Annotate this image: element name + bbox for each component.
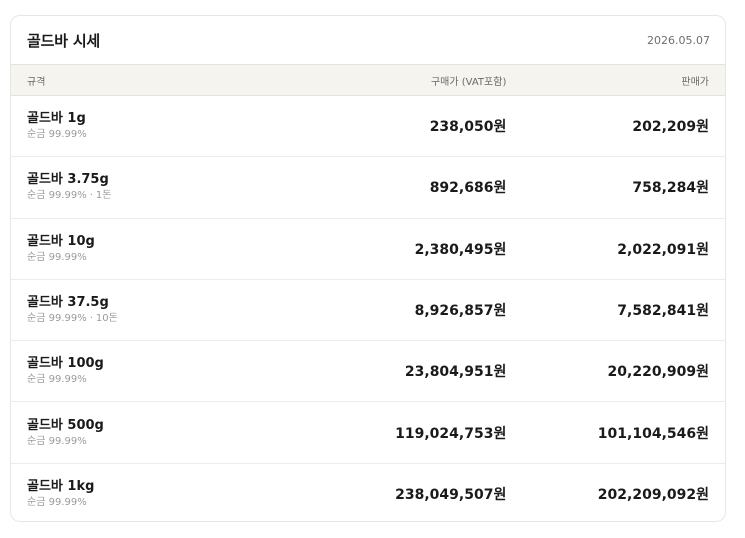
spec-cell: 골드바 1g 순금 99.99% (27, 110, 319, 142)
don-label: 10돈 (95, 313, 118, 325)
page-title: 골드바 시세 (27, 31, 101, 50)
spec-cell: 골드바 3.75g 순금 99.99% · 1돈 (27, 171, 319, 203)
table-header: 규격 구매가 (VAT포함) 판매가 (11, 64, 725, 96)
price-date: 2026.05.07 (647, 33, 710, 47)
buy-price: 892,686원 (429, 180, 507, 197)
purity-label: 순금 99.99% (27, 129, 87, 141)
purity-label: 순금 99.99% (27, 251, 87, 263)
buy-price: 2,380,495원 (414, 241, 507, 258)
spec-name: 골드바 3.75g (27, 172, 109, 188)
price-table-body: 골드바 1g 순금 99.99% 238,050원 202,209원 골드바 3… (11, 96, 725, 521)
table-row: 골드바 500g 순금 99.99% 119,024,753원 101,104,… (11, 402, 725, 464)
spec-cell: 골드바 100g 순금 99.99% (27, 355, 319, 387)
spec-detail: 순금 99.99% (27, 128, 319, 142)
sell-price: 758,284원 (632, 180, 709, 197)
sell-price: 101,104,546원 (597, 425, 709, 442)
sell-price: 7,582,841원 (617, 303, 709, 320)
buy-price: 119,024,753원 (395, 425, 507, 442)
column-header-sell: 판매가 (681, 76, 709, 88)
spec-name: 골드바 100g (27, 356, 104, 372)
spec-detail: 순금 99.99% · 10돈 (27, 312, 319, 326)
purity-label: 순금 99.99% (27, 435, 87, 447)
column-header-buy: 구매가 (VAT포함) (430, 76, 507, 88)
purity-label: 순금 99.99% (27, 190, 87, 202)
sell-price: 20,220,909원 (607, 364, 709, 381)
table-row: 골드바 1g 순금 99.99% 238,050원 202,209원 (11, 96, 725, 158)
table-row: 골드바 37.5g 순금 99.99% · 10돈 8,926,857원 7,582… (11, 280, 725, 342)
spec-name: 골드바 37.5g (27, 295, 109, 311)
table-row: 골드바 100g 순금 99.99% 23,804,951원 20,220,90… (11, 341, 725, 403)
buy-price: 23,804,951원 (404, 364, 507, 381)
buy-price: 238,049,507원 (395, 487, 507, 504)
purity-label: 순금 99.99% (27, 313, 87, 325)
separator-dot: · (89, 313, 93, 325)
table-row: 골드바 1kg 순금 99.99% 238,049,507원 202,209,0… (11, 464, 725, 521)
buy-price: 238,050원 (429, 119, 507, 136)
table-row: 골드바 10g 순금 99.99% 2,380,495원 2,022,091원 (11, 219, 725, 280)
spec-name: 골드바 1g (27, 111, 86, 127)
spec-detail: 순금 99.99% (27, 435, 319, 449)
gold-price-card: 골드바 시세 2026.05.07 규격 구매가 (VAT포함) 판매가 골드바… (10, 15, 726, 522)
spec-detail: 순금 99.99% (27, 251, 319, 265)
spec-name: 골드바 10g (27, 233, 95, 249)
spec-name: 골드바 500g (27, 417, 104, 433)
card-header: 골드바 시세 2026.05.07 (11, 16, 725, 64)
spec-cell: 골드바 37.5g 순금 99.99% · 10돈 (27, 294, 319, 326)
buy-price: 8,926,857원 (414, 303, 507, 320)
sell-price: 202,209원 (632, 119, 709, 136)
spec-cell: 골드바 10g 순금 99.99% (27, 233, 319, 265)
spec-cell: 골드바 1kg 순금 99.99% (27, 478, 319, 510)
purity-label: 순금 99.99% (27, 374, 87, 386)
spec-detail: 순금 99.99% (27, 496, 319, 510)
spec-detail: 순금 99.99% · 1돈 (27, 189, 319, 203)
purity-label: 순금 99.99% (27, 497, 87, 509)
column-header-spec: 규격 (27, 76, 46, 88)
sell-price: 2,022,091원 (617, 241, 709, 258)
spec-detail: 순금 99.99% (27, 373, 319, 387)
don-label: 1돈 (95, 190, 112, 202)
spec-cell: 골드바 500g 순금 99.99% (27, 417, 319, 449)
sell-price: 202,209,092원 (597, 487, 709, 504)
separator-dot: · (89, 190, 93, 202)
table-row: 골드바 3.75g 순금 99.99% · 1돈 892,686원 758,284원 (11, 157, 725, 219)
spec-name: 골드바 1kg (27, 479, 95, 495)
